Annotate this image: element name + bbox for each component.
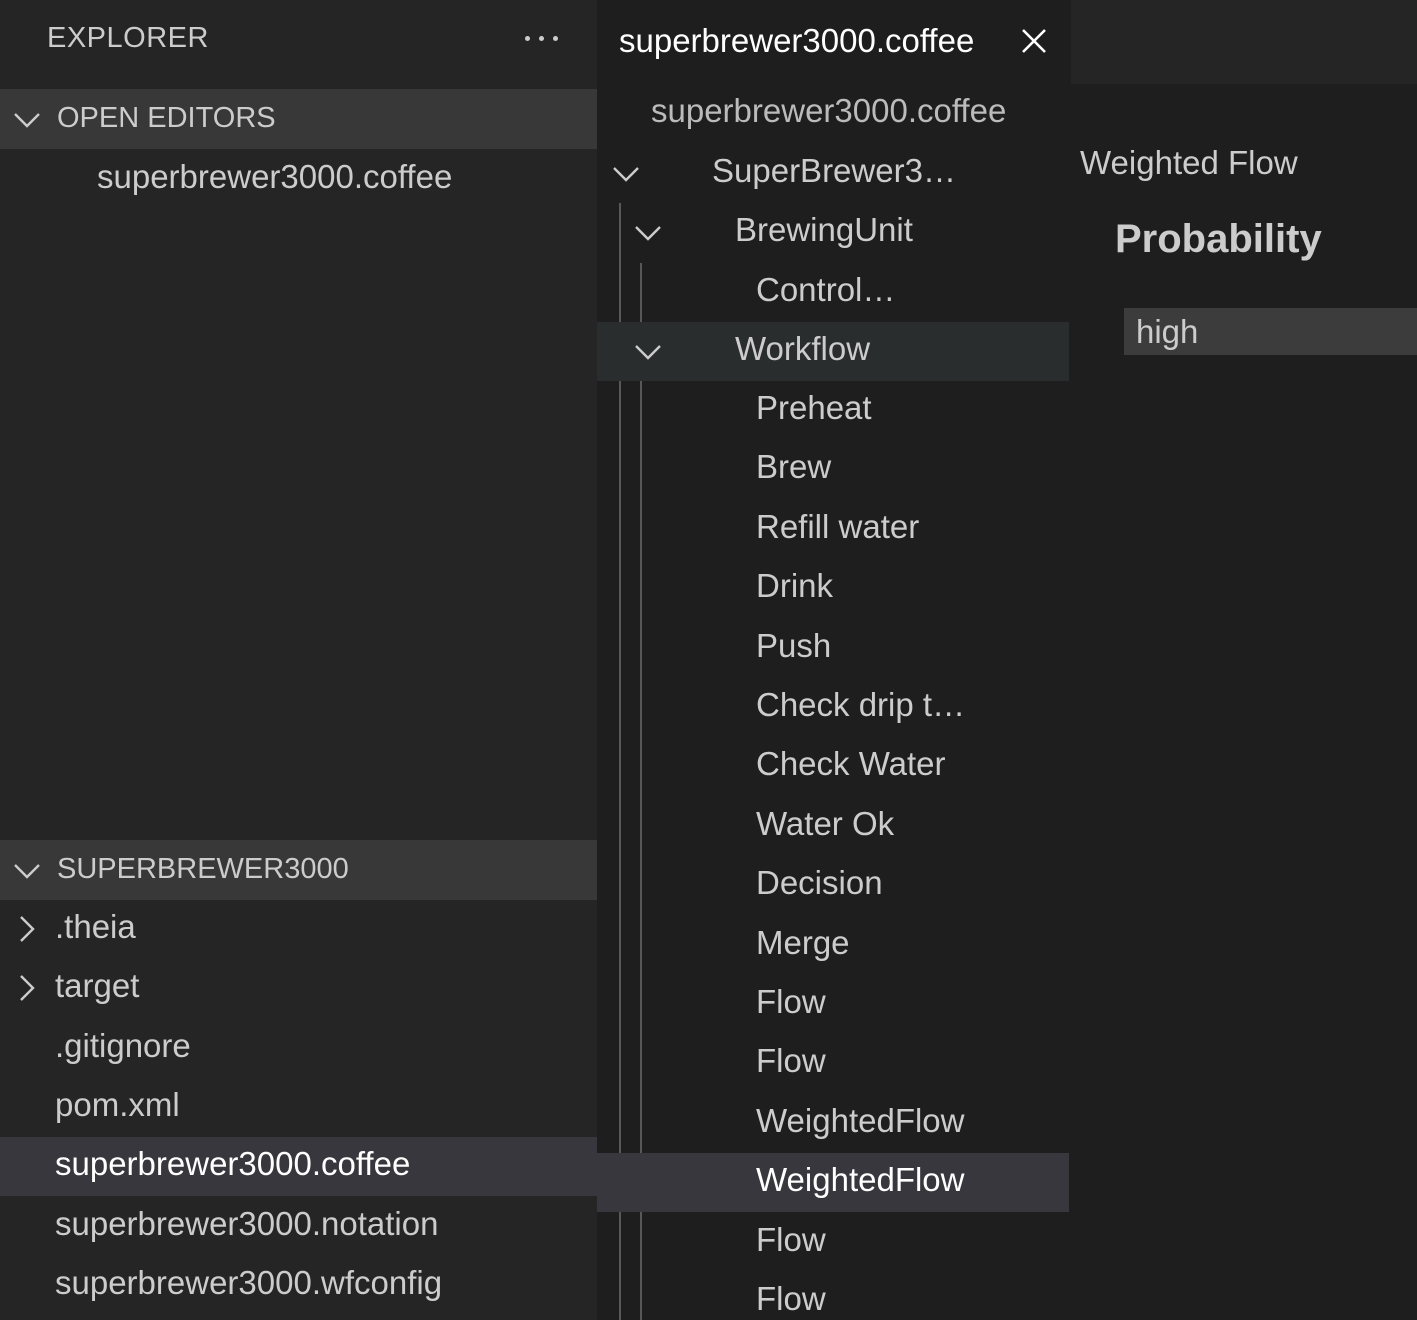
- tree-node-label: Workflow: [735, 330, 871, 367]
- tree-leaf[interactable]: Check Water: [597, 737, 1069, 796]
- tree-node-control[interactable]: Control…: [597, 263, 1069, 322]
- tab-label: superbrewer3000.coffee: [619, 22, 975, 59]
- tree-root-label: superbrewer3000.coffee: [651, 92, 1007, 129]
- file-label: .gitignore: [55, 1027, 191, 1064]
- chevron-down-icon[interactable]: [633, 218, 663, 248]
- tree-node-label: Check drip t…: [756, 686, 966, 723]
- file-label: target: [55, 967, 140, 1004]
- tree-file[interactable]: .gitignore: [0, 1019, 597, 1078]
- tree-folder-theia[interactable]: .theia: [0, 900, 597, 959]
- tree-leaf[interactable]: Flow: [597, 1213, 1069, 1272]
- file-label: superbrewer3000.coffee: [55, 1145, 411, 1182]
- tree-node-label: BrewingUnit: [735, 211, 913, 248]
- open-editor-item-label: superbrewer3000.coffee: [97, 158, 453, 195]
- file-label: superbrewer3000.notation: [55, 1205, 439, 1242]
- tree-node-label: Drink: [756, 567, 834, 604]
- editor-tab[interactable]: superbrewer3000.coffee: [597, 0, 1071, 84]
- tree-leaf[interactable]: Push: [597, 619, 1069, 678]
- tree-node-label: WeightedFlow: [756, 1102, 965, 1139]
- tree-node-label: SuperBrewer3…: [712, 152, 956, 189]
- tree-file[interactable]: pom.xml: [0, 1078, 597, 1137]
- tree-leaf[interactable]: Check drip t…: [597, 678, 1069, 737]
- open-editors-header[interactable]: OPEN EDITORS: [0, 89, 597, 149]
- file-label: .theia: [55, 908, 136, 945]
- tree-leaf[interactable]: Flow: [597, 975, 1069, 1034]
- chevron-down-icon: [14, 864, 40, 879]
- tree-file-selected[interactable]: superbrewer3000.coffee: [0, 1137, 597, 1196]
- tree-node-label: Push: [756, 627, 832, 664]
- tree-leaf[interactable]: Drink: [597, 559, 1069, 618]
- tree-node-label: Flow: [756, 1221, 826, 1258]
- tree-leaf[interactable]: Preheat: [597, 381, 1069, 440]
- tree-node-label: Preheat: [756, 389, 872, 426]
- tree-file[interactable]: superbrewer3000.notation: [0, 1197, 597, 1256]
- tree-node-label: Merge: [756, 924, 850, 961]
- tree-node-label: Refill water: [756, 508, 920, 545]
- explorer-sidebar: EXPLORER OPEN EDITORS superbrewer3000.co…: [0, 0, 597, 1320]
- properties-title: Weighted Flow: [1080, 144, 1298, 181]
- probability-input[interactable]: [1124, 308, 1417, 355]
- tree-node-label: Flow: [756, 1280, 826, 1317]
- file-label: pom.xml: [55, 1086, 180, 1123]
- ellipsis-icon[interactable]: [525, 36, 565, 46]
- properties-panel: Weighted Flow Probability: [1069, 84, 1417, 1320]
- tree-leaf[interactable]: Water Ok: [597, 797, 1069, 856]
- chevron-down-icon[interactable]: [633, 337, 663, 367]
- explorer-title: EXPLORER: [47, 22, 209, 54]
- tree-leaf[interactable]: Decision: [597, 856, 1069, 915]
- tree-node-label: Brew: [756, 448, 832, 485]
- tree-node-label: Check Water: [756, 745, 946, 782]
- tree-node-label: Flow: [756, 1042, 826, 1079]
- model-tree: superbrewer3000.coffee SuperBrewer3… Bre…: [597, 84, 1069, 1320]
- tree-leaf-selected[interactable]: WeightedFlow: [597, 1153, 1069, 1212]
- tree-node-label: Decision: [756, 864, 883, 901]
- tree-file[interactable]: superbrewer3000.wfconfig: [0, 1256, 597, 1315]
- tree-node-label: WeightedFlow: [756, 1161, 965, 1198]
- workspace-header[interactable]: SUPERBREWER3000: [0, 840, 597, 900]
- tree-folder-target[interactable]: target: [0, 959, 597, 1018]
- tab-bar: superbrewer3000.coffee: [597, 0, 1417, 84]
- tree-leaf[interactable]: Flow: [597, 1034, 1069, 1093]
- chevron-down-icon: [14, 113, 40, 128]
- chevron-right-icon: [20, 975, 35, 1001]
- tree-node-brewing-unit[interactable]: BrewingUnit: [597, 203, 1069, 262]
- open-editors-label: OPEN EDITORS: [57, 102, 276, 134]
- chevron-right-icon: [20, 916, 35, 942]
- file-label: superbrewer3000.wfconfig: [55, 1264, 443, 1301]
- explorer-title-bar: EXPLORER: [0, 0, 597, 88]
- close-icon[interactable]: [1021, 28, 1047, 54]
- tree-leaf[interactable]: Flow: [597, 1272, 1069, 1320]
- tree-leaf[interactable]: Refill water: [597, 500, 1069, 559]
- tree-node-workflow[interactable]: Workflow: [597, 322, 1069, 381]
- probability-heading: Probability: [1115, 217, 1322, 261]
- tree-node-label: Water Ok: [756, 805, 895, 842]
- workspace-label: SUPERBREWER3000: [57, 853, 349, 885]
- tree-root[interactable]: superbrewer3000.coffee: [597, 84, 1069, 143]
- tree-node-label: Flow: [756, 983, 826, 1020]
- editor-area: superbrewer3000.coffee superbrewer3000.c…: [597, 0, 1417, 1320]
- tree-node-machine[interactable]: SuperBrewer3…: [597, 144, 1069, 203]
- tree-leaf[interactable]: WeightedFlow: [597, 1094, 1069, 1153]
- tree-leaf[interactable]: Merge: [597, 916, 1069, 975]
- chevron-down-icon[interactable]: [611, 159, 641, 189]
- tree-leaf[interactable]: Brew: [597, 440, 1069, 499]
- tree-node-label: Control…: [756, 271, 896, 308]
- open-editor-item[interactable]: superbrewer3000.coffee: [0, 150, 597, 209]
